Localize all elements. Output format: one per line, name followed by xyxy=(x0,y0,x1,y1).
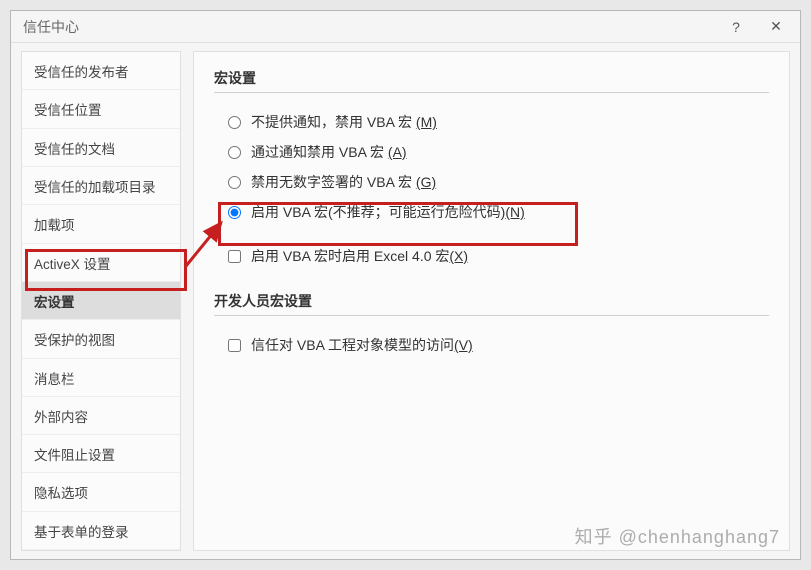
sidebar-item-addins[interactable]: 加载项 xyxy=(22,205,180,243)
section-title-developer: 开发人员宏设置 xyxy=(214,291,769,311)
help-button[interactable]: ? xyxy=(716,13,756,41)
checkbox-input[interactable] xyxy=(228,339,241,352)
titlebar-buttons: ? ✕ xyxy=(716,13,796,41)
sidebar-item-protected-view[interactable]: 受保护的视图 xyxy=(22,320,180,358)
close-button[interactable]: ✕ xyxy=(756,13,796,41)
checkbox-excel4-macros[interactable]: 启用 VBA 宏时启用 Excel 4.0 宏(X) xyxy=(214,241,769,271)
radio-label: 禁用无数字签署的 VBA 宏 (G) xyxy=(251,172,436,192)
radio-disable-no-notice[interactable]: 不提供通知，禁用 VBA 宏 (M) xyxy=(228,107,769,137)
sidebar-item-label: 受信任的文档 xyxy=(34,142,115,157)
radio-disable-unsigned[interactable]: 禁用无数字签署的 VBA 宏 (G) xyxy=(228,167,769,197)
sidebar-item-trusted-addins[interactable]: 受信任的加载项目录 xyxy=(22,167,180,205)
sidebar-item-trusted-documents[interactable]: 受信任的文档 xyxy=(22,129,180,167)
checkbox-label: 启用 VBA 宏时启用 Excel 4.0 宏(X) xyxy=(251,246,468,266)
sidebar-item-macro-settings[interactable]: 宏设置 xyxy=(22,282,180,320)
sidebar-item-label: 受保护的视图 xyxy=(34,333,115,348)
dialog-body: 受信任的发布者 受信任位置 受信任的文档 受信任的加载项目录 加载项 Activ… xyxy=(11,43,800,559)
sidebar-item-label: 加载项 xyxy=(34,218,75,233)
sidebar-item-file-block[interactable]: 文件阻止设置 xyxy=(22,435,180,473)
radio-input[interactable] xyxy=(228,146,241,159)
content-panel: 宏设置 不提供通知，禁用 VBA 宏 (M) 通过通知禁用 VBA 宏 (A) … xyxy=(193,51,790,551)
radio-enable-all[interactable]: 启用 VBA 宏(不推荐；可能运行危险代码)(N) xyxy=(228,197,769,227)
sidebar-item-label: 文件阻止设置 xyxy=(34,448,115,463)
sidebar-item-label: 受信任的发布者 xyxy=(34,65,129,80)
trust-center-dialog: 信任中心 ? ✕ 受信任的发布者 受信任位置 受信任的文档 受信任的加载项目录 … xyxy=(10,10,801,560)
sidebar-item-trusted-publishers[interactable]: 受信任的发布者 xyxy=(22,52,180,90)
checkbox-trust-vba-model[interactable]: 信任对 VBA 工程对象模型的访问(V) xyxy=(214,330,769,360)
radio-input[interactable] xyxy=(228,206,241,219)
radio-label: 通过通知禁用 VBA 宏 (A) xyxy=(251,142,407,162)
sidebar-item-label: 外部内容 xyxy=(34,410,88,425)
dialog-title: 信任中心 xyxy=(23,17,716,37)
sidebar-item-label: 消息栏 xyxy=(34,372,75,387)
sidebar-item-activex[interactable]: ActiveX 设置 xyxy=(22,244,180,282)
sidebar-item-external-content[interactable]: 外部内容 xyxy=(22,397,180,435)
sidebar-item-label: ActiveX 设置 xyxy=(34,257,111,272)
sidebar-item-form-login[interactable]: 基于表单的登录 xyxy=(22,512,180,550)
radio-disable-with-notice[interactable]: 通过通知禁用 VBA 宏 (A) xyxy=(228,137,769,167)
sidebar-item-trusted-locations[interactable]: 受信任位置 xyxy=(22,90,180,128)
sidebar-item-label: 宏设置 xyxy=(34,295,75,310)
macro-radio-group: 不提供通知，禁用 VBA 宏 (M) 通过通知禁用 VBA 宏 (A) 禁用无数… xyxy=(214,107,769,227)
sidebar-item-label: 受信任的加载项目录 xyxy=(34,180,156,195)
radio-label: 启用 VBA 宏(不推荐；可能运行危险代码)(N) xyxy=(251,202,525,222)
titlebar: 信任中心 ? ✕ xyxy=(11,11,800,43)
sidebar: 受信任的发布者 受信任位置 受信任的文档 受信任的加载项目录 加载项 Activ… xyxy=(21,51,181,551)
divider xyxy=(214,92,769,93)
checkbox-label: 信任对 VBA 工程对象模型的访问(V) xyxy=(251,335,473,355)
radio-input[interactable] xyxy=(228,116,241,129)
sidebar-item-label: 隐私选项 xyxy=(34,486,88,501)
radio-label: 不提供通知，禁用 VBA 宏 (M) xyxy=(251,112,437,132)
sidebar-item-message-bar[interactable]: 消息栏 xyxy=(22,359,180,397)
sidebar-item-label: 基于表单的登录 xyxy=(34,525,129,540)
sidebar-item-label: 受信任位置 xyxy=(34,103,102,118)
divider xyxy=(214,315,769,316)
radio-input[interactable] xyxy=(228,176,241,189)
sidebar-item-privacy[interactable]: 隐私选项 xyxy=(22,473,180,511)
section-title-macro: 宏设置 xyxy=(214,68,769,88)
checkbox-input[interactable] xyxy=(228,250,241,263)
